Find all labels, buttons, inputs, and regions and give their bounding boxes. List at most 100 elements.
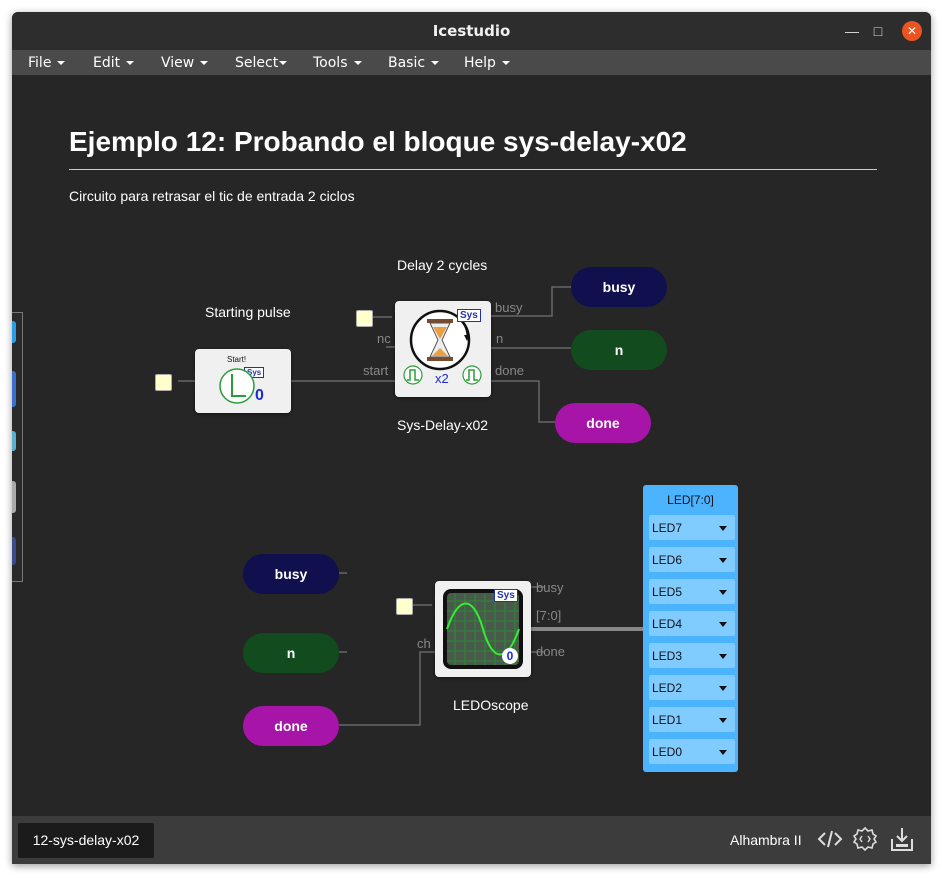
delay-bottom-label: Sys-Delay-x02: [397, 417, 489, 433]
menu-file[interactable]: File: [28, 55, 66, 71]
settings-icon[interactable]: [851, 825, 879, 853]
file-tab[interactable]: 12-sys-delay-x02: [18, 823, 154, 858]
led-panel-title: LED[7:0]: [667, 493, 714, 507]
dock-item[interactable]: [12, 431, 16, 451]
led-select-2[interactable]: LED2: [649, 675, 735, 700]
led-select-3[interactable]: LED3: [649, 643, 735, 668]
start-value: 0: [255, 387, 264, 404]
chevron-down-icon: [719, 526, 727, 531]
chevron-down-icon: [431, 61, 440, 65]
chevron-down-icon: [719, 750, 727, 755]
chevron-down-icon: [719, 718, 727, 723]
wire-done-to-scope: [339, 651, 435, 726]
menu-select[interactable]: Select: [235, 55, 288, 71]
clock-input-delay[interactable]: [356, 310, 373, 327]
status-bar: 12-sys-delay-x02 Alhambra II: [12, 816, 931, 864]
dock-item[interactable]: [12, 371, 16, 407]
chevron-down-icon: [719, 686, 727, 691]
menu-file-label: File: [28, 55, 52, 71]
menu-help[interactable]: Help: [464, 55, 510, 71]
chevron-down-icon: [501, 61, 510, 65]
dock-item[interactable]: [12, 537, 16, 565]
led-label: LED2: [652, 681, 683, 695]
chevron-down-icon: [719, 590, 727, 595]
port-done: done: [495, 363, 524, 378]
sys-delay-block[interactable]: Sys x2: [395, 301, 491, 397]
menu-basic-label: Basic: [388, 55, 426, 71]
chevron-down-icon: [719, 654, 727, 659]
window-title: Icestudio: [432, 22, 511, 40]
dock-item[interactable]: [12, 321, 16, 343]
clock-input-start[interactable]: [155, 374, 172, 391]
menu-edit-label: Edit: [93, 55, 121, 71]
led-select-5[interactable]: LED5: [649, 579, 735, 604]
led-select-4[interactable]: LED4: [649, 611, 735, 636]
port-ch: ch: [417, 636, 431, 651]
ledoscope-block[interactable]: Sys 0: [435, 581, 531, 677]
menu-bar: File Edit View Select Tools Basic Help: [12, 50, 931, 76]
led-panel[interactable]: LED[7:0] LED7 LED6 LED5 LED4 LED3 LED2 L…: [643, 485, 738, 772]
dock-item[interactable]: [12, 481, 16, 513]
led-label: LED0: [652, 745, 683, 759]
led-select-1[interactable]: LED1: [649, 707, 735, 732]
pulse-icon: [219, 368, 255, 404]
menu-basic[interactable]: Basic: [388, 55, 440, 71]
sys-badge: Sys: [457, 309, 481, 322]
pulse-icon: [462, 365, 482, 385]
led-label: LED3: [652, 649, 683, 663]
led-label: LED7: [652, 521, 683, 535]
led-label: LED5: [652, 585, 683, 599]
app-window: Icestudio — □ ✕ File Edit View Select To…: [12, 12, 931, 864]
pulse-icon: [403, 365, 423, 385]
menu-tools-label: Tools: [313, 55, 348, 71]
led-label: LED6: [652, 553, 683, 567]
chevron-down-icon: [126, 61, 135, 65]
menu-select-label: Select: [235, 55, 279, 71]
port-busy: busy: [495, 300, 523, 315]
clock-input-scope[interactable]: [396, 598, 413, 615]
wire-done-out: [491, 380, 555, 423]
chevron-down-icon: [57, 61, 66, 65]
port-n: n: [496, 331, 504, 346]
start-badge: Start!: [227, 355, 247, 364]
led-select-6[interactable]: LED6: [649, 547, 735, 572]
input-done[interactable]: done: [243, 706, 339, 746]
menu-edit[interactable]: Edit: [93, 55, 135, 71]
scope-value: 0: [502, 648, 518, 664]
chevron-down-icon: [200, 61, 209, 65]
delay-top-label: Delay 2 cycles: [397, 257, 488, 273]
chevron-down-icon: [719, 622, 727, 627]
led-select-0[interactable]: LED0: [649, 739, 735, 764]
led-select-7[interactable]: LED7: [649, 515, 735, 540]
output-done[interactable]: done: [555, 403, 651, 443]
scope-label: LEDOscope: [453, 697, 529, 713]
led-label: LED4: [652, 617, 683, 631]
maximize-icon[interactable]: □: [868, 21, 888, 41]
start-block[interactable]: Start! Sys 0: [195, 349, 291, 413]
menu-view-label: View: [161, 55, 195, 71]
output-n[interactable]: n: [571, 330, 667, 370]
chevron-down-icon: [719, 558, 727, 563]
input-busy[interactable]: busy: [243, 554, 339, 594]
upload-icon[interactable]: [888, 825, 916, 853]
port-done: done: [536, 644, 565, 659]
output-busy[interactable]: busy: [571, 267, 667, 307]
chevron-down-icon: [353, 61, 362, 65]
menu-tools[interactable]: Tools: [313, 55, 362, 71]
input-n[interactable]: n: [243, 633, 339, 673]
board-name[interactable]: Alhambra II: [730, 832, 802, 848]
title-bar: Icestudio — □ ✕: [12, 12, 931, 50]
minimize-icon[interactable]: —: [842, 21, 862, 41]
port-nc: nc: [377, 331, 391, 346]
menu-help-label: Help: [464, 55, 496, 71]
sys-badge: Sys: [494, 589, 518, 602]
chevron-down-icon: [279, 61, 288, 65]
close-icon[interactable]: ✕: [902, 21, 922, 41]
led-label: LED1: [652, 713, 683, 727]
port-busy: busy: [536, 580, 564, 595]
circuit-canvas[interactable]: Ejemplo 12: Probando el bloque sys-delay…: [12, 75, 931, 816]
menu-view[interactable]: View: [161, 55, 209, 71]
delay-multiplier: x2: [435, 371, 449, 386]
start-block-label: Starting pulse: [205, 304, 291, 320]
code-icon[interactable]: [816, 825, 844, 853]
